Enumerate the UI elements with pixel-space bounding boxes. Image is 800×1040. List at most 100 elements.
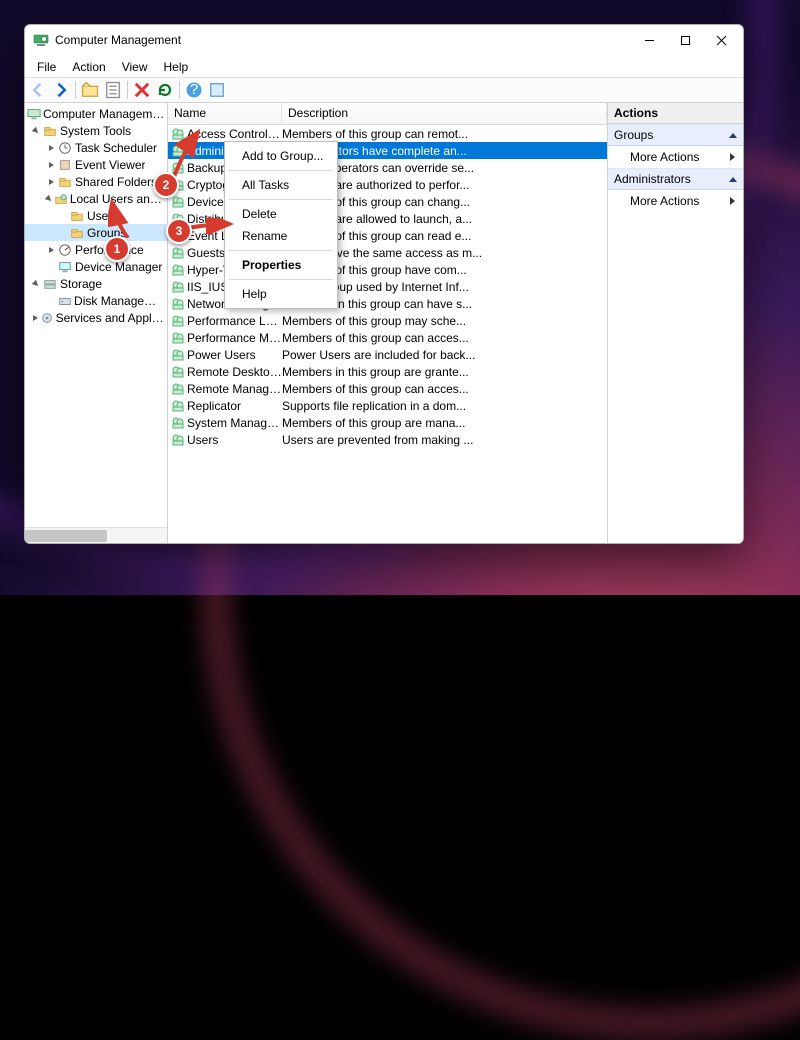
expand-icon[interactable]: [45, 244, 57, 256]
list-row[interactable]: System Managed Acc...Members of this gro…: [168, 414, 607, 431]
actions-more-administrators[interactable]: More Actions: [608, 190, 743, 212]
group-icon: [170, 245, 186, 261]
toolbar-divider: [179, 81, 180, 99]
menu-action[interactable]: Action: [64, 58, 113, 76]
list-row-description: Users are prevented from making ...: [282, 433, 607, 447]
tree-horizontal-scrollbar[interactable]: [25, 527, 167, 543]
toolbar-export-button[interactable]: [206, 79, 228, 101]
tree[interactable]: Computer Management (Local) System Tools…: [25, 103, 167, 527]
toolbar-up-button[interactable]: [79, 79, 101, 101]
list-pane: Name Description Access Control Assist..…: [168, 103, 608, 543]
tree-groups[interactable]: Groups: [25, 224, 167, 241]
collapse-icon[interactable]: [45, 193, 54, 205]
window-title: Computer Management: [55, 33, 631, 47]
list-row[interactable]: Power Users Power Users are included for …: [168, 346, 607, 363]
tree-task-scheduler[interactable]: Task Scheduler: [25, 139, 167, 156]
shared-folders-icon: [57, 174, 73, 190]
tree-disk-management-label: Disk Management: [74, 294, 165, 308]
list-row[interactable]: Remote Desktop UsersMembers in this grou…: [168, 363, 607, 380]
collapse-triangle-icon: [729, 133, 737, 138]
titlebar[interactable]: Computer Management: [25, 25, 743, 55]
ctx-help-label: Help: [242, 287, 267, 301]
toolbar-refresh-button[interactable]: [154, 79, 176, 101]
ctx-rename[interactable]: Rename: [228, 225, 334, 247]
svg-text:?: ?: [190, 81, 198, 98]
column-header-name[interactable]: Name: [168, 103, 282, 124]
ctx-add-to-group[interactable]: Add to Group...: [228, 145, 334, 167]
tree-shared-folders[interactable]: Shared Folders: [25, 173, 167, 190]
actions-more-groups[interactable]: More Actions: [608, 146, 743, 168]
collapse-icon[interactable]: [30, 278, 42, 290]
ctx-rename-label: Rename: [242, 229, 287, 243]
list-row-name: Power Users: [187, 348, 256, 362]
list-row[interactable]: Performance Monitor ...Members of this g…: [168, 329, 607, 346]
ctx-delete[interactable]: Delete: [228, 203, 334, 225]
list-row-name: Performance Log Users: [187, 314, 282, 328]
ctx-properties[interactable]: Properties: [228, 254, 334, 276]
ctx-all-tasks[interactable]: All Tasks: [228, 174, 334, 196]
window-maximize-button[interactable]: [667, 27, 703, 53]
toolbar-properties-button[interactable]: [102, 79, 124, 101]
actions-more-groups-label: More Actions: [630, 150, 699, 164]
list-row-name: Performance Monitor ...: [187, 331, 282, 345]
expand-icon[interactable]: [45, 142, 57, 154]
list-row-description: Members of this group can acces...: [282, 382, 607, 396]
folder-icon: [69, 225, 85, 241]
ctx-separator: [229, 250, 333, 251]
tree-services-applications[interactable]: Services and Applications: [25, 309, 167, 326]
tree-system-tools[interactable]: System Tools: [25, 122, 167, 139]
toolbar-forward-button[interactable]: [50, 79, 72, 101]
submenu-arrow-icon: [729, 194, 735, 208]
actions-section-administrators[interactable]: Administrators: [608, 168, 743, 190]
toolbar-back-button[interactable]: [27, 79, 49, 101]
tree-root[interactable]: Computer Management (Local): [25, 105, 167, 122]
scrollbar-thumb[interactable]: [25, 530, 107, 542]
menu-view[interactable]: View: [114, 58, 156, 76]
ctx-help[interactable]: Help: [228, 283, 334, 305]
group-icon: [170, 347, 186, 363]
window-minimize-button[interactable]: [631, 27, 667, 53]
context-menu: Add to Group... All Tasks Delete Rename …: [224, 141, 338, 309]
ctx-separator: [229, 170, 333, 171]
menu-file[interactable]: File: [29, 58, 64, 76]
tree-performance[interactable]: Performance: [25, 241, 167, 258]
tree-users[interactable]: Users: [25, 207, 167, 224]
expand-icon[interactable]: [30, 125, 42, 137]
list-row[interactable]: ReplicatorSupports file replication in a…: [168, 397, 607, 414]
actions-pane: Actions Groups More Actions Administrato…: [608, 103, 743, 543]
expand-icon[interactable]: [45, 159, 57, 171]
group-icon: [170, 296, 186, 312]
actions-more-administrators-label: More Actions: [630, 194, 699, 208]
computer-management-icon: [27, 106, 41, 122]
ctx-separator: [229, 199, 333, 200]
column-header-description[interactable]: Description: [282, 103, 607, 124]
menubar: File Action View Help: [25, 55, 743, 77]
list-row[interactable]: UsersUsers are prevented from making ...: [168, 431, 607, 448]
toolbar-help-button[interactable]: ?: [183, 79, 205, 101]
list-row[interactable]: Remote Management...Members of this grou…: [168, 380, 607, 397]
tree-storage[interactable]: Storage: [25, 275, 167, 292]
list-row[interactable]: Access Control Assist...Members of this …: [168, 125, 607, 142]
ctx-properties-label: Properties: [242, 258, 301, 272]
group-icon: [170, 330, 186, 346]
list-row[interactable]: Performance Log UsersMembers of this gro…: [168, 312, 607, 329]
list-row-description: Power Users are included for back...: [282, 348, 607, 362]
group-icon: [170, 432, 186, 448]
actions-section-groups[interactable]: Groups: [608, 124, 743, 146]
task-scheduler-icon: [57, 140, 73, 156]
tree-local-users-groups[interactable]: Local Users and Groups: [25, 190, 167, 207]
tree-root-label: Computer Management (Local): [43, 107, 165, 121]
toolbar-delete-button[interactable]: [131, 79, 153, 101]
expand-icon[interactable]: [45, 176, 57, 188]
expand-icon[interactable]: [30, 312, 40, 324]
tree-event-viewer[interactable]: Event Viewer: [25, 156, 167, 173]
toolbar-divider: [127, 81, 128, 99]
tree-device-manager[interactable]: Device Manager: [25, 258, 167, 275]
menu-help[interactable]: Help: [156, 58, 197, 76]
tree-event-viewer-label: Event Viewer: [75, 158, 145, 172]
window-close-button[interactable]: [703, 27, 739, 53]
group-icon: [170, 398, 186, 414]
toolbar-divider: [75, 81, 76, 99]
tree-disk-management[interactable]: Disk Management: [25, 292, 167, 309]
performance-icon: [57, 242, 73, 258]
